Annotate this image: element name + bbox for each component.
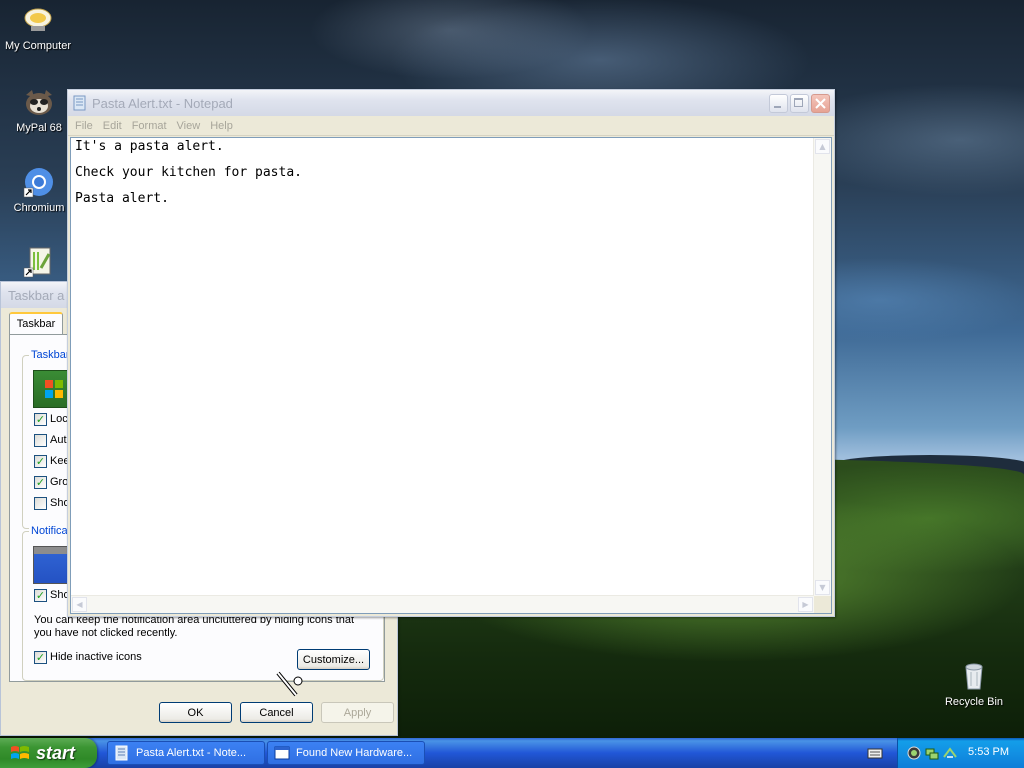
tab-taskbar[interactable]: Taskbar: [9, 312, 63, 334]
notepad-icon: [115, 745, 128, 761]
checkbox-label: Hide inactive icons: [50, 651, 142, 663]
desktop-icon-label: Recycle Bin: [944, 696, 1004, 708]
group-buttons-checkbox[interactable]: ✓: [34, 476, 47, 489]
network-icon[interactable]: [924, 745, 940, 761]
menu-file[interactable]: File: [70, 120, 98, 132]
ok-button[interactable]: OK: [159, 702, 232, 723]
minimize-button[interactable]: [769, 93, 788, 113]
menu-edit[interactable]: Edit: [98, 120, 127, 132]
close-button[interactable]: [811, 93, 830, 113]
windows-logo-icon: [45, 380, 63, 398]
clock[interactable]: 5:53 PM: [968, 746, 1009, 758]
scroll-left-arrow-icon[interactable]: ◀: [72, 597, 87, 612]
notepad-titlebar[interactable]: Pasta Alert.txt - Notepad: [68, 90, 834, 116]
desktop-icon-label: Chromium: [13, 202, 65, 214]
mouse-cursor: [276, 671, 306, 701]
show-clock-checkbox[interactable]: ✓: [34, 589, 47, 602]
group-label: Taskbar: [29, 349, 72, 361]
text-line: Pasta alert.: [75, 191, 169, 206]
notepad-window: Pasta Alert.txt - Notepad File Edit Form…: [67, 89, 835, 617]
taskbar: start Pasta Alert.txt - Note... Found Ne…: [0, 738, 1024, 768]
taskbar-button-label: Pasta Alert.txt - Note...: [136, 747, 247, 759]
desktop-icon-recycle-bin[interactable]: Recycle Bin: [934, 660, 1014, 708]
notepad-title: Pasta Alert.txt - Notepad: [92, 95, 233, 111]
customize-button[interactable]: Customize...: [297, 649, 370, 670]
taskbar-button-notepad[interactable]: Pasta Alert.txt - Note...: [107, 741, 265, 765]
keyboard-icon[interactable]: [867, 745, 883, 761]
taskbar-button-label: Found New Hardware...: [296, 747, 413, 759]
lock-taskbar-checkbox[interactable]: ✓: [34, 413, 47, 426]
checkbox-label: Gro: [50, 476, 69, 488]
maximize-icon: [794, 97, 803, 107]
network-activity-icon[interactable]: [942, 745, 958, 761]
group-label: Notifica: [29, 525, 70, 537]
apply-button[interactable]: Apply: [321, 702, 394, 723]
notepadpp-shortcut-icon: [23, 246, 55, 278]
resize-grip-icon[interactable]: [814, 596, 831, 613]
mypal-browser-icon: [23, 86, 55, 118]
show-quick-launch-checkbox[interactable]: [34, 497, 47, 510]
taskbar-button-found-new-hardware[interactable]: Found New Hardware...: [267, 741, 425, 765]
text-line: Check your kitchen for pasta.: [75, 165, 302, 180]
menu-help[interactable]: Help: [205, 120, 238, 132]
desktop-icon-my-computer[interactable]: My Computer: [0, 4, 78, 52]
cancel-button[interactable]: Cancel: [240, 702, 313, 723]
recycle-bin-icon: [958, 660, 990, 692]
system-tray: 5:53 PM: [897, 738, 1024, 768]
notepad-text-area[interactable]: It's a pasta alert. Check your kitchen f…: [70, 137, 832, 614]
minimize-icon: [774, 105, 781, 108]
chromium-icon: [23, 166, 55, 198]
scroll-right-arrow-icon[interactable]: ▶: [798, 597, 813, 612]
close-icon: [815, 97, 826, 109]
hide-inactive-icons-checkbox[interactable]: ✓: [34, 651, 47, 664]
scroll-down-arrow-icon[interactable]: ▼: [815, 580, 830, 595]
security-center-icon[interactable]: [906, 745, 922, 761]
window-icon: [274, 746, 290, 760]
scroll-up-arrow-icon[interactable]: ▲: [815, 139, 830, 154]
maximize-button[interactable]: [790, 93, 809, 113]
horizontal-scrollbar[interactable]: ◀ ▶: [71, 595, 814, 613]
menu-format[interactable]: Format: [127, 120, 172, 132]
checkbox-label: Loc: [50, 413, 68, 425]
my-computer-icon: [22, 4, 54, 36]
vertical-scrollbar[interactable]: ▲ ▼: [813, 138, 831, 596]
auto-hide-checkbox[interactable]: [34, 434, 47, 447]
text-line: It's a pasta alert.: [75, 139, 224, 154]
notepad-icon: [73, 95, 86, 111]
keep-on-top-checkbox[interactable]: ✓: [34, 455, 47, 468]
windows-flag-icon: [11, 746, 29, 759]
notification-description: You can keep the notification area unclu…: [34, 614, 355, 639]
start-label: start: [36, 742, 76, 763]
menu-view[interactable]: View: [172, 120, 206, 132]
desktop-icon-label: My Computer: [4, 40, 72, 52]
desktop-icon-label: MyPal 68: [16, 122, 62, 134]
start-button[interactable]: start: [0, 738, 97, 768]
notepad-menubar: File Edit Format View Help: [68, 116, 834, 136]
